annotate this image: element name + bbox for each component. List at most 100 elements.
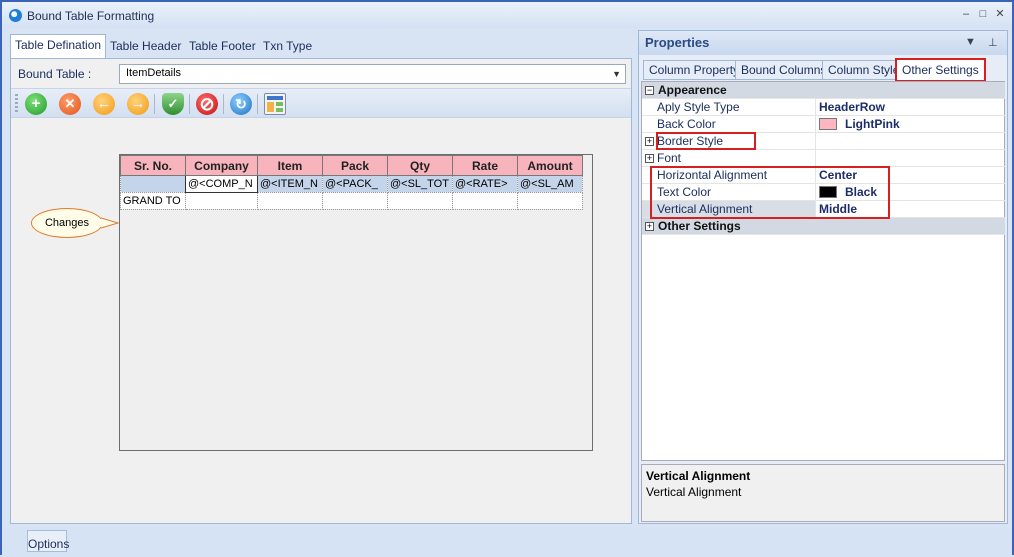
toolbar-separator <box>223 94 224 114</box>
column-header[interactable]: Qty <box>387 155 453 176</box>
properties-title: Properties <box>645 35 710 50</box>
property-value[interactable]: HeaderRow <box>819 100 885 114</box>
bottom-bar: Options <box>2 527 1012 555</box>
property-grid: − Appearence Aply Style Type HeaderRow B… <box>641 81 1005 461</box>
shield-check-icon[interactable]: ✓ <box>162 93 184 115</box>
layout-icon[interactable] <box>264 93 286 115</box>
table-definition-panel: Table Defination Table Header Table Foot… <box>8 32 632 524</box>
category-label: Other Settings <box>658 219 741 233</box>
column-divider <box>815 116 816 133</box>
property-value-color[interactable]: LightPink <box>819 117 900 131</box>
column-header[interactable]: Company <box>185 155 258 176</box>
column-header[interactable]: Pack <box>322 155 388 176</box>
left-tab-strip: Table Defination Table Header Table Foot… <box>10 32 632 59</box>
property-name: Font <box>657 151 682 165</box>
column-header[interactable]: Rate <box>452 155 518 176</box>
tab-table-footer[interactable]: Table Footer <box>185 36 260 58</box>
properties-panel: Properties ▼ ⊥ Column Property Bound Col… <box>638 30 1008 524</box>
column-divider <box>815 99 816 116</box>
toolbar-separator <box>257 94 258 114</box>
window-title: Bound Table Formatting <box>27 9 155 23</box>
toolbar-separator <box>154 94 155 114</box>
grid-cell[interactable]: @<ITEM_N <box>257 175 323 193</box>
options-button[interactable]: Options <box>27 530 69 552</box>
grid-table: Sr. No. Company Item Pack Qty Rate Amoun… <box>120 155 583 210</box>
refresh-icon[interactable]: ↻ <box>230 93 252 115</box>
bound-table-value: ItemDetails <box>126 67 182 79</box>
app-icon <box>9 9 22 22</box>
forward-icon[interactable]: → <box>127 93 149 115</box>
expand-icon[interactable]: + <box>645 222 654 231</box>
grid-cell-selected[interactable]: @<COMP_N <box>185 175 258 193</box>
bound-table-select[interactable]: ItemDetails ▼ <box>119 64 626 84</box>
toolbar-separator <box>189 94 190 114</box>
description-pane: Vertical Alignment Vertical Alignment <box>641 464 1005 522</box>
expand-icon[interactable]: + <box>645 154 654 163</box>
grid-cell[interactable] <box>387 192 453 210</box>
column-header[interactable]: Item <box>257 155 323 176</box>
table-row: GRAND TO <box>120 192 583 210</box>
dropdown-arrow-icon[interactable]: ▼ <box>965 36 976 48</box>
category-label: Appearence <box>658 83 727 97</box>
callout-bubble: Changes <box>31 208 103 238</box>
color-swatch <box>819 118 837 130</box>
minimize-button[interactable]: – <box>959 7 973 21</box>
tab-column-property[interactable]: Column Property <box>643 60 746 80</box>
tab-column-style[interactable]: Column Style <box>822 60 906 80</box>
bound-table-grid: Sr. No. Company Item Pack Qty Rate Amoun… <box>119 154 593 451</box>
grid-cell[interactable] <box>257 192 323 210</box>
grid-cell[interactable] <box>185 192 258 210</box>
left-body: Bound Table : ItemDetails ▼ + ✕ ← → ✓ ⊘ … <box>10 58 632 524</box>
tab-table-defination[interactable]: Table Defination <box>10 34 107 59</box>
properties-header: Properties ▼ ⊥ <box>639 31 1007 55</box>
add-icon[interactable]: + <box>25 93 47 115</box>
grid-cell[interactable]: @<RATE> <box>452 175 518 193</box>
tab-bound-columns[interactable]: Bound Columns <box>735 60 833 80</box>
expand-icon[interactable]: + <box>645 137 654 146</box>
bound-table-label: Bound Table : <box>18 67 92 81</box>
delete-icon[interactable]: ✕ <box>59 93 81 115</box>
table-row: @<COMP_N @<ITEM_N @<PACK_ @<SL_TOT @<RAT… <box>120 175 583 193</box>
grid-cell[interactable]: GRAND TO <box>120 192 186 210</box>
grid-cell[interactable] <box>452 192 518 210</box>
category-other-settings[interactable]: + Other Settings <box>642 218 1005 235</box>
grid-cell[interactable] <box>322 192 388 210</box>
toolbar-grip[interactable] <box>15 94 18 114</box>
grid-cell[interactable] <box>120 175 186 193</box>
description-text: Vertical Alignment <box>646 485 742 499</box>
highlight-box <box>650 166 890 219</box>
chevron-down-icon: ▼ <box>612 69 621 79</box>
maximize-button[interactable]: □ <box>976 7 990 21</box>
property-row[interactable]: Aply Style Type HeaderRow <box>642 99 1005 116</box>
properties-tab-strip: Column Property Bound Columns Column Sty… <box>643 58 1005 82</box>
property-row[interactable]: Back Color LightPink <box>642 116 1005 133</box>
property-value: LightPink <box>845 117 900 131</box>
property-row[interactable]: + Font <box>642 150 1005 167</box>
title-bar: Bound Table Formatting – □ ✕ <box>2 2 1012 28</box>
grid-cell[interactable]: @<SL_TOT <box>387 175 453 193</box>
column-header[interactable]: Amount <box>517 155 583 176</box>
changes-callout: Changes <box>31 208 120 238</box>
collapse-icon[interactable]: − <box>645 86 654 95</box>
grid-cell[interactable] <box>517 192 583 210</box>
toolbar: + ✕ ← → ✓ ⊘ ↻ <box>11 88 631 118</box>
highlight-box <box>656 132 756 150</box>
description-title: Vertical Alignment <box>646 469 751 483</box>
grid-header-row: Sr. No. Company Item Pack Qty Rate Amoun… <box>120 155 583 176</box>
category-appearence[interactable]: − Appearence <box>642 82 1005 99</box>
no-entry-icon[interactable]: ⊘ <box>196 93 218 115</box>
pin-icon[interactable]: ⊥ <box>988 36 998 49</box>
tab-txn-type[interactable]: Txn Type <box>259 36 316 58</box>
column-header[interactable]: Sr. No. <box>120 155 186 176</box>
back-icon[interactable]: ← <box>93 93 115 115</box>
column-divider <box>815 150 816 167</box>
close-button[interactable]: ✕ <box>993 7 1007 21</box>
column-divider <box>815 133 816 150</box>
grid-cell[interactable]: @<SL_AM <box>517 175 583 193</box>
property-name: Back Color <box>657 117 716 131</box>
grid-cell[interactable]: @<PACK_ <box>322 175 388 193</box>
tab-table-header[interactable]: Table Header <box>106 36 185 58</box>
main-window: Bound Table Formatting – □ ✕ Table Defin… <box>0 0 1014 555</box>
property-name: Aply Style Type <box>657 100 740 114</box>
tab-other-settings[interactable]: Other Settings <box>895 58 986 82</box>
